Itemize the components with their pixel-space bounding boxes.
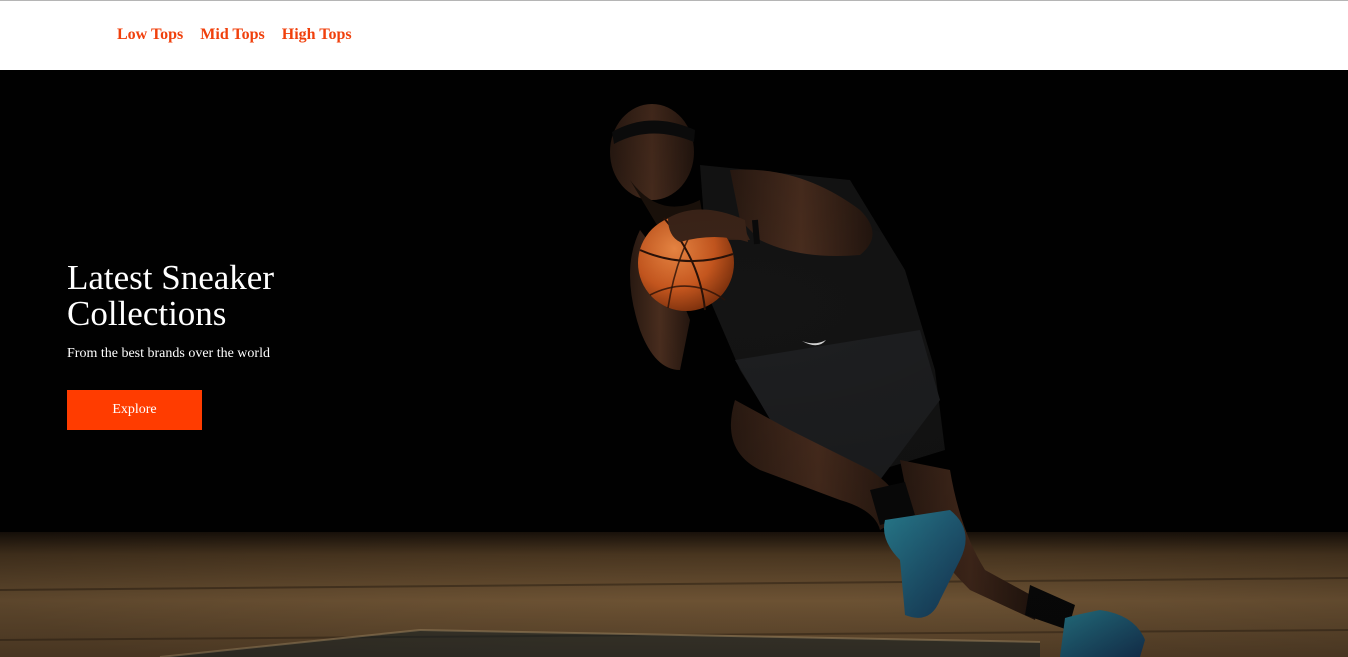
- hero-section: Latest Sneaker Collections From the best…: [0, 70, 1348, 657]
- page: Low Tops Mid Tops High Tops Latest Sneak…: [0, 0, 1348, 657]
- hero-image: [0, 70, 1348, 657]
- nav-link-high-tops[interactable]: High Tops: [282, 26, 352, 44]
- nav-link-low-tops[interactable]: Low Tops: [117, 26, 183, 44]
- nav-link-mid-tops[interactable]: Mid Tops: [200, 26, 264, 44]
- nav-links: Low Tops Mid Tops High Tops: [117, 26, 352, 44]
- top-navbar: Low Tops Mid Tops High Tops: [0, 0, 1348, 70]
- explore-button[interactable]: Explore: [67, 390, 202, 430]
- hero-subtitle: From the best brands over the world: [67, 346, 270, 361]
- hero-title: Latest Sneaker Collections: [67, 258, 274, 333]
